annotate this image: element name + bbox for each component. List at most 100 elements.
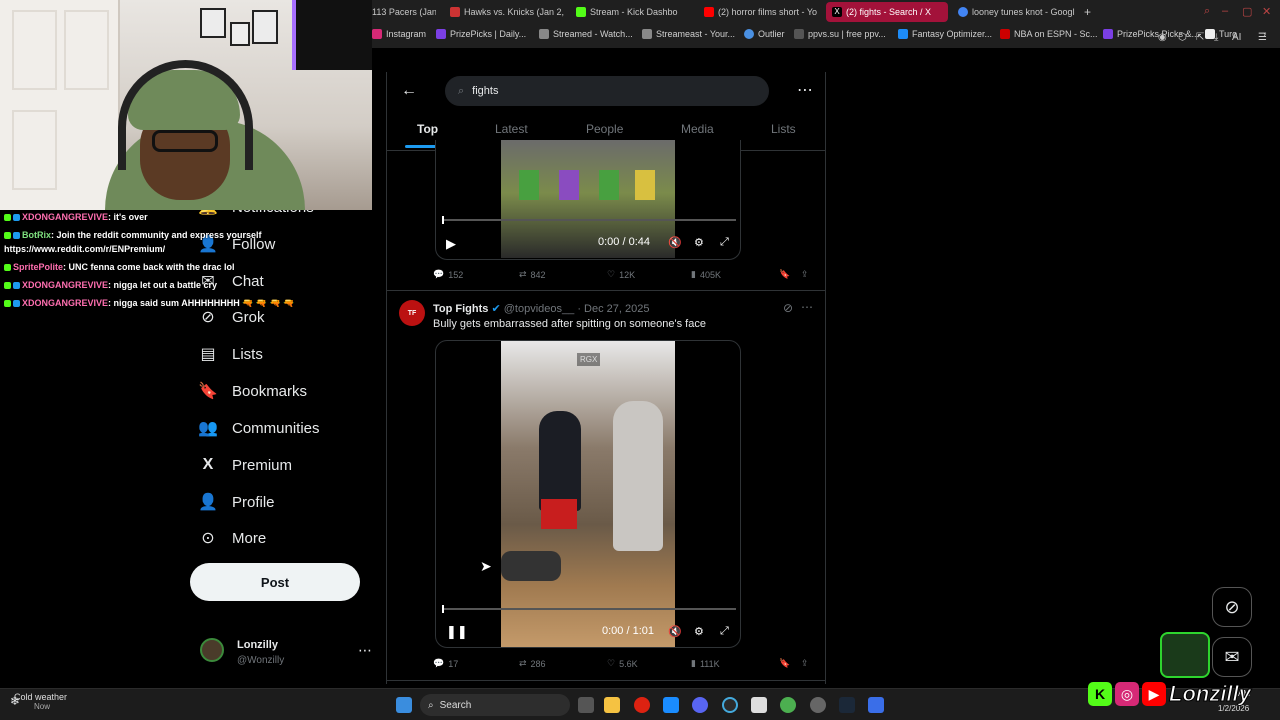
file-explorer-icon[interactable] bbox=[604, 697, 620, 713]
tab-top[interactable]: Top bbox=[417, 122, 438, 136]
play-icon[interactable]: ▶ bbox=[446, 236, 456, 252]
video-scrubber[interactable] bbox=[442, 605, 736, 613]
copilot-icon[interactable] bbox=[663, 697, 679, 713]
bookmark-post-icon[interactable]: 🔖 bbox=[779, 658, 790, 669]
search-input[interactable]: ⌕ fights bbox=[445, 76, 769, 106]
bookmark[interactable]: Outlier bbox=[744, 29, 785, 39]
tab-media[interactable]: Media bbox=[681, 122, 714, 136]
post-date[interactable]: · Dec 27, 2025 bbox=[577, 303, 649, 315]
video-scrubber[interactable] bbox=[442, 216, 736, 224]
more-options-icon[interactable]: ⋯ bbox=[797, 80, 813, 100]
taskbar-search[interactable]: ⌕ Search bbox=[420, 694, 570, 716]
steam-icon[interactable] bbox=[839, 697, 855, 713]
author-name[interactable]: Top Fights bbox=[433, 303, 488, 315]
bookmark[interactable]: NBA on ESPN - Sc... bbox=[1000, 29, 1098, 39]
tab-people[interactable]: People bbox=[586, 122, 623, 136]
views-button[interactable]: ▮ 111K bbox=[691, 658, 720, 669]
like-button[interactable]: ♡ 12K bbox=[607, 269, 635, 280]
search-tabs-icon[interactable]: ⌕ bbox=[1204, 5, 1210, 18]
scrubber-handle[interactable] bbox=[442, 216, 444, 224]
video-frame: RGX bbox=[501, 341, 675, 647]
download-icon[interactable]: ⤓ bbox=[1214, 32, 1218, 43]
nav-communities[interactable]: 👥 Communities bbox=[198, 413, 320, 443]
post-button[interactable]: Post bbox=[190, 563, 360, 601]
share-icon[interactable]: ⇱ bbox=[1196, 32, 1204, 43]
repost-icon: ⇄ bbox=[519, 658, 527, 668]
nav-premium[interactable]: X Premium bbox=[198, 450, 292, 480]
browser-tab[interactable]: (2) horror films short - Yo bbox=[698, 2, 820, 22]
opera-icon[interactable] bbox=[634, 697, 650, 713]
x-logo-icon: X bbox=[832, 7, 842, 17]
bookmark[interactable]: Streamed - Watch... bbox=[539, 29, 633, 39]
video-detail bbox=[559, 170, 579, 200]
chat-badge-icon bbox=[4, 214, 11, 222]
video-player[interactable]: RGX ❚❚ 0:00 / 1:01 🔇 ⚙ ⤢ bbox=[435, 340, 741, 648]
bookmark-icon: 🔖 bbox=[198, 383, 218, 400]
share-post-icon[interactable]: ⇪ bbox=[801, 269, 809, 280]
chrome-icon[interactable] bbox=[780, 697, 796, 713]
app-icon[interactable] bbox=[868, 697, 884, 713]
fullscreen-icon[interactable]: ⤢ bbox=[720, 625, 729, 638]
task-view-icon[interactable] bbox=[578, 697, 594, 713]
browser-tab-active[interactable]: X (2) fights - Search / X bbox=[826, 2, 948, 22]
capcut-icon[interactable] bbox=[751, 697, 767, 713]
extensions-icon[interactable]: ⬡ bbox=[1178, 32, 1187, 43]
weather-widget[interactable]: Cold weather Now bbox=[14, 692, 67, 711]
app-icon[interactable] bbox=[722, 697, 738, 713]
browser-tab[interactable]: Hawks vs. Knicks (Jan 2, bbox=[444, 2, 564, 22]
ai-button[interactable]: AI bbox=[1232, 32, 1241, 43]
repost-button[interactable]: ⇄ 842 bbox=[519, 269, 546, 280]
bookmark[interactable]: PrizePicks | Daily... bbox=[436, 29, 526, 39]
tab-lists[interactable]: Lists bbox=[771, 122, 796, 136]
like-button[interactable]: ♡ 5.6K bbox=[607, 658, 638, 669]
new-tab-button[interactable]: + bbox=[1078, 2, 1098, 22]
nav-profile[interactable]: 👤 Profile bbox=[198, 487, 275, 517]
scrubber-handle[interactable] bbox=[442, 605, 444, 613]
views-button[interactable]: ▮ 405K bbox=[691, 269, 721, 280]
minimize-icon[interactable]: – bbox=[1222, 5, 1228, 17]
reply-button[interactable]: 💬 152 bbox=[433, 269, 463, 280]
settings-icon[interactable]: ⚙ bbox=[694, 625, 704, 638]
bookmark[interactable]: Fantasy Optimizer... bbox=[898, 29, 992, 39]
post-more-icon[interactable]: ⋯ bbox=[801, 300, 813, 314]
extension-icon[interactable]: ◉ bbox=[1158, 32, 1167, 43]
bookmark[interactable]: Instagram bbox=[372, 29, 426, 39]
browser-tab[interactable]: 113 Pacers (Jan bbox=[366, 2, 436, 22]
grok-floating-button[interactable]: ⊘ bbox=[1212, 587, 1252, 627]
account-more-icon[interactable]: ⋯ bbox=[358, 642, 372, 659]
video-player[interactable]: ▶ 0:00 / 0:44 🔇 ⚙ ⤢ bbox=[435, 140, 741, 260]
author-avatar[interactable]: TF bbox=[399, 300, 425, 326]
back-arrow-icon[interactable]: ← bbox=[401, 82, 417, 100]
close-icon[interactable]: ✕ bbox=[1262, 5, 1271, 18]
fullscreen-icon[interactable]: ⤢ bbox=[720, 236, 729, 249]
maximize-icon[interactable]: ▢ bbox=[1242, 5, 1252, 18]
menu-icon[interactable]: ☰ bbox=[1258, 32, 1267, 43]
share-post-icon[interactable]: ⇪ bbox=[801, 658, 809, 669]
grok-icon[interactable]: ⊘ bbox=[783, 301, 793, 315]
streamer-avatar bbox=[1160, 632, 1210, 678]
nav-lists[interactable]: ▤ Lists bbox=[198, 339, 262, 369]
account-switcher[interactable]: Lonzilly @Wonzilly ⋯ bbox=[200, 638, 380, 674]
reply-button[interactable]: 💬 17 bbox=[433, 658, 458, 669]
settings-icon[interactable]: ⚙ bbox=[694, 236, 704, 249]
bookmark[interactable]: ppvs.su | free ppv... bbox=[794, 29, 886, 39]
messages-floating-button[interactable]: ✉ bbox=[1212, 637, 1252, 677]
mute-icon[interactable]: 🔇 bbox=[668, 236, 682, 249]
bookmark-post-icon[interactable]: 🔖 bbox=[779, 269, 790, 280]
repost-icon: ⇄ bbox=[519, 269, 527, 279]
mouse-cursor-icon: ➤ bbox=[480, 558, 492, 574]
mute-icon[interactable]: 🔇 bbox=[668, 625, 682, 638]
browser-tab[interactable]: looney tunes knot - Googl bbox=[952, 2, 1076, 22]
chat-message: XDONGANGREVIVE: nigga let out a battle c… bbox=[4, 280, 217, 290]
obs-icon[interactable] bbox=[810, 697, 826, 713]
browser-tab[interactable]: Stream - Kick Dashbo bbox=[570, 2, 690, 22]
repost-button[interactable]: ⇄ 286 bbox=[519, 658, 546, 669]
bookmark[interactable]: Streameast - Your... bbox=[642, 29, 735, 39]
nav-bookmarks[interactable]: 🔖 Bookmarks bbox=[198, 376, 307, 406]
tab-latest[interactable]: Latest bbox=[495, 122, 528, 136]
nav-more[interactable]: ⊙ More bbox=[198, 523, 266, 553]
windows-start-icon[interactable] bbox=[396, 697, 412, 713]
author-handle[interactable]: @topvideos__ bbox=[504, 303, 575, 315]
pause-icon[interactable]: ❚❚ bbox=[446, 624, 468, 640]
discord-icon[interactable] bbox=[692, 697, 708, 713]
